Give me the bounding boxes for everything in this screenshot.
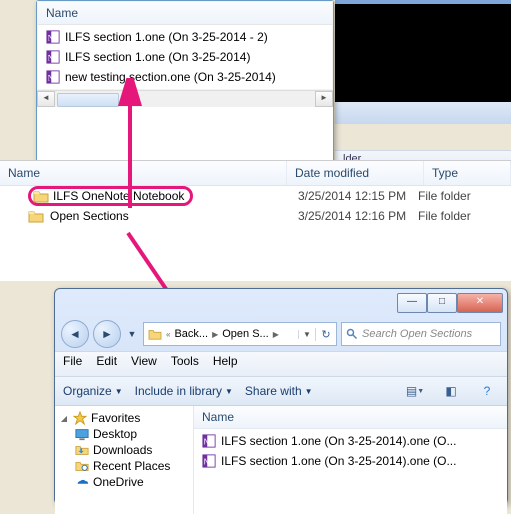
collapse-icon[interactable]: ◢ <box>59 414 69 423</box>
view-options-button[interactable]: ▤▼ <box>403 380 427 402</box>
scroll-thumb[interactable] <box>57 93 119 107</box>
sidebar-item-recent[interactable]: Recent Places <box>57 458 191 474</box>
parent-folder-view: Name Date modified Type ILFS OneNote Not… <box>0 160 511 281</box>
refresh-button[interactable]: ↻ <box>315 328 336 341</box>
file-name: ILFS section 1.one (On 3-25-2014) <box>65 50 250 64</box>
maximize-button[interactable]: □ <box>427 293 457 313</box>
onenote-file-icon: N <box>46 30 60 44</box>
sidebar-item-label: Desktop <box>93 427 137 441</box>
column-headers: Name Date modified Type <box>0 161 511 186</box>
file-pane: Name N ILFS section 1.one (On 3-25-2014)… <box>194 406 507 514</box>
history-dropdown[interactable]: ▼ <box>125 324 139 344</box>
toolbar: Organize ▼ Include in library ▼ Share wi… <box>55 377 507 406</box>
menu-help[interactable]: Help <box>213 354 238 374</box>
item-type: File folder <box>418 209 511 223</box>
search-input[interactable]: Search Open Sections <box>341 322 501 346</box>
background-window <box>335 0 511 124</box>
menu-file[interactable]: File <box>63 354 82 374</box>
onenote-file-icon: N <box>202 434 216 448</box>
folder-name: Open Sections <box>50 209 129 223</box>
svg-text:N: N <box>48 54 54 63</box>
back-button[interactable]: ◄ <box>61 320 89 348</box>
desktop-icon <box>75 427 89 441</box>
file-name: ILFS section 1.one (On 3-25-2014).one (O… <box>221 454 456 468</box>
onedrive-icon <box>75 475 89 489</box>
sidebar-item-label: OneDrive <box>93 475 144 489</box>
date-modified: 3/25/2014 12:16 PM <box>298 209 418 223</box>
highlight-annotation: ILFS OneNote Notebook <box>28 186 193 206</box>
folder-contents-popup: Name N ILFS section 1.one (On 3-25-2014 … <box>36 0 334 164</box>
menubar: File Edit View Tools Help <box>55 351 507 377</box>
sidebar-item-label: Recent Places <box>93 459 170 473</box>
sidebar-item-label: Downloads <box>93 443 152 457</box>
column-header-name[interactable]: Name <box>38 2 332 25</box>
item-type: File folder <box>418 189 511 203</box>
scroll-left-button[interactable]: ◄ <box>37 91 55 107</box>
navigation-bar: ◄ ► ▼ « Back... ▶ Open S... ▶ ▼ ↻ Search… <box>55 317 507 351</box>
list-item[interactable]: N ILFS section 1.one (On 3-25-2014).one … <box>200 451 501 471</box>
scroll-right-button[interactable]: ► <box>315 91 333 107</box>
help-button[interactable]: ? <box>475 380 499 402</box>
forward-button[interactable]: ► <box>93 320 121 348</box>
list-item[interactable]: N new testing section.one (On 3-25-2014) <box>44 67 326 87</box>
breadcrumb-segment[interactable]: Back... <box>170 328 212 340</box>
menu-edit[interactable]: Edit <box>96 354 117 374</box>
svg-text:N: N <box>204 458 210 467</box>
onenote-file-icon: N <box>202 454 216 468</box>
organize-button[interactable]: Organize ▼ <box>63 384 123 398</box>
svg-text:N: N <box>204 438 210 447</box>
table-row[interactable]: Open Sections 3/25/2014 12:16 PM File fo… <box>28 206 511 226</box>
sidebar-item-onedrive[interactable]: OneDrive <box>57 474 191 490</box>
address-dropdown[interactable]: ▼ <box>298 330 315 339</box>
file-list: N ILFS section 1.one (On 3-25-2014 - 2) … <box>38 25 332 89</box>
file-name: ILFS section 1.one (On 3-25-2014 - 2) <box>65 30 268 44</box>
sidebar-item-downloads[interactable]: Downloads <box>57 442 191 458</box>
svg-text:N: N <box>48 74 54 83</box>
close-button[interactable]: ✕ <box>457 293 503 313</box>
address-bar[interactable]: « Back... ▶ Open S... ▶ ▼ ↻ <box>143 322 337 346</box>
svg-text:N: N <box>48 34 54 43</box>
folder-name: ILFS OneNote Notebook <box>53 189 184 203</box>
share-with-button[interactable]: Share with ▼ <box>245 384 313 398</box>
favorites-label: Favorites <box>91 411 140 425</box>
search-icon <box>346 328 358 340</box>
table-row[interactable]: ILFS OneNote Notebook 3/25/2014 12:15 PM… <box>28 186 511 206</box>
search-placeholder: Search Open Sections <box>362 328 472 340</box>
file-name: ILFS section 1.one (On 3-25-2014).one (O… <box>221 434 456 448</box>
folder-icon <box>33 189 49 203</box>
explorer-window: — □ ✕ ◄ ► ▼ « Back... ▶ Open S... ▶ ▼ ↻ … <box>54 288 508 505</box>
onenote-file-icon: N <box>46 50 60 64</box>
titlebar[interactable]: — □ ✕ <box>55 289 507 317</box>
menu-view[interactable]: View <box>131 354 157 374</box>
breadcrumb-segment[interactable]: Open S... <box>218 328 272 340</box>
file-name: new testing section.one (On 3-25-2014) <box>65 70 276 84</box>
recent-icon <box>75 459 89 473</box>
column-header-name[interactable]: Name <box>0 161 287 185</box>
preview-pane-button[interactable]: ◧ <box>439 380 463 402</box>
column-header-type[interactable]: Type <box>424 161 511 185</box>
onenote-file-icon: N <box>46 70 60 84</box>
column-header-date[interactable]: Date modified <box>287 161 424 185</box>
sidebar-item-desktop[interactable]: Desktop <box>57 426 191 442</box>
favorites-group[interactable]: ◢ Favorites <box>57 410 191 426</box>
column-header-name[interactable]: Name <box>194 406 507 429</box>
horizontal-scrollbar[interactable]: ◄ ► <box>37 90 333 107</box>
folder-icon <box>28 209 44 223</box>
date-modified: 3/25/2014 12:15 PM <box>298 189 418 203</box>
minimize-button[interactable]: — <box>397 293 427 313</box>
folder-icon <box>148 328 162 340</box>
list-item[interactable]: N ILFS section 1.one (On 3-25-2014).one … <box>200 431 501 451</box>
list-item[interactable]: N ILFS section 1.one (On 3-25-2014 - 2) <box>44 27 326 47</box>
downloads-icon <box>75 443 89 457</box>
menu-tools[interactable]: Tools <box>171 354 199 374</box>
list-item[interactable]: N ILFS section 1.one (On 3-25-2014) <box>44 47 326 67</box>
include-in-library-button[interactable]: Include in library ▼ <box>135 384 233 398</box>
navigation-pane: ◢ Favorites Desktop Downloads Recent Pla… <box>55 406 194 514</box>
star-icon <box>73 411 87 425</box>
